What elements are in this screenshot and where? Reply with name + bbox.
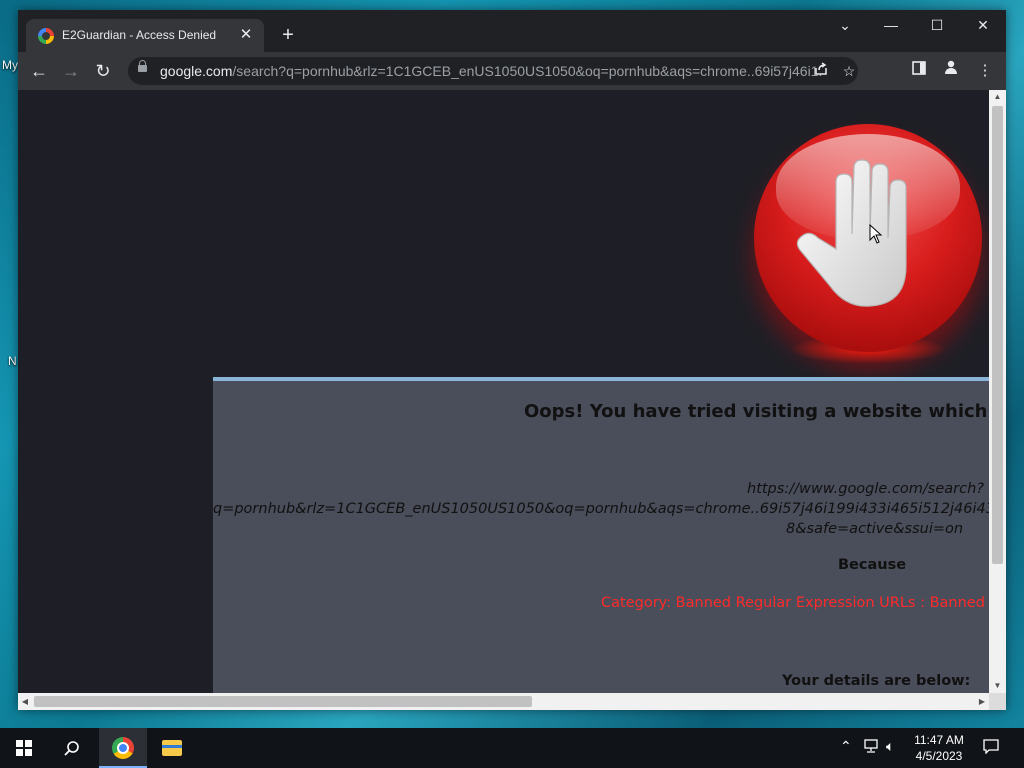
clock-time: 11:47 AM [914, 733, 964, 747]
tab-strip: E2Guardian - Access Denied ✕ + ⌄ — ☐ ✕ [18, 10, 1006, 52]
star-icon[interactable]: ☆ [838, 60, 860, 82]
taskbar-file-explorer[interactable] [148, 728, 196, 768]
chrome-icon [112, 737, 134, 759]
taskbar: ⌃ 🔈︎ 11:47 AM 4/5/2023 [0, 728, 1024, 768]
search-button[interactable] [48, 728, 96, 768]
scroll-left-icon[interactable]: ◀ [18, 693, 32, 710]
hand-icon [796, 159, 907, 307]
horizontal-scroll-thumb[interactable] [34, 696, 532, 707]
taskbar-chrome[interactable] [99, 728, 147, 768]
close-tab-icon[interactable]: ✕ [236, 25, 256, 45]
system-clock[interactable]: 11:47 AM 4/5/2023 [906, 732, 972, 764]
minimize-button[interactable]: — [868, 10, 914, 40]
scroll-right-icon[interactable]: ▶ [975, 693, 989, 710]
lock-icon[interactable] [138, 60, 147, 72]
blocked-url-line: https://www.google.com/search? [747, 481, 984, 497]
file-explorer-icon [162, 740, 182, 756]
scrollbar-corner [989, 693, 1006, 710]
vertical-scrollbar[interactable]: ▲ ▼ [989, 90, 1006, 693]
menu-icon[interactable]: ⋮ [972, 58, 998, 84]
clock-date: 4/5/2023 [915, 749, 963, 763]
scroll-up-icon[interactable]: ▲ [989, 90, 1006, 104]
new-tab-button[interactable]: + [276, 24, 300, 48]
mouse-cursor-icon [869, 224, 883, 244]
blocked-url-line: q=pornhub&rlz=1C1GCEB_enUS1050US1050&oq=… [213, 501, 989, 517]
blocked-url-line: 8&safe=active&ssui=on [786, 521, 964, 537]
maximize-button[interactable]: ☐ [914, 10, 960, 40]
page-title: Oops! You have tried visiting a website … [524, 401, 989, 422]
vertical-scroll-thumb[interactable] [992, 106, 1003, 564]
horizontal-scrollbar[interactable]: ◀ ▶ [18, 693, 989, 710]
search-icon [64, 741, 79, 756]
stop-hand-icon [754, 124, 982, 352]
windows-icon [16, 740, 32, 756]
scroll-down-icon[interactable]: ▼ [989, 679, 1006, 693]
tab-title: E2Guardian - Access Denied [62, 28, 217, 42]
block-category: Category: Banned Regular Expression URLs… [601, 595, 989, 611]
because-label: Because [838, 557, 907, 573]
url-text[interactable]: google.com/search?q=pornhub&rlz=1C1GCEB_… [160, 63, 822, 79]
profile-icon[interactable] [938, 58, 964, 84]
reload-button[interactable]: ↻ [90, 58, 116, 84]
google-favicon-icon [38, 28, 54, 44]
tab-e2guardian[interactable]: E2Guardian - Access Denied ✕ [26, 19, 264, 52]
share-icon[interactable] [810, 60, 832, 82]
close-window-button[interactable]: ✕ [960, 10, 1006, 40]
desktop-icon-label[interactable]: N [8, 354, 17, 368]
back-button[interactable]: ← [26, 58, 52, 84]
side-panel-icon[interactable] [906, 58, 932, 84]
network-icon[interactable] [863, 738, 879, 757]
notifications-icon[interactable] [983, 738, 999, 757]
page-viewport: Oops! You have tried visiting a website … [18, 90, 989, 693]
access-denied-panel: Oops! You have tried visiting a website … [213, 377, 989, 693]
forward-button[interactable]: → [58, 58, 84, 84]
tab-search-button[interactable]: ⌄ [822, 10, 868, 40]
browser-window: E2Guardian - Access Denied ✕ + ⌄ — ☐ ✕ ←… [18, 10, 1006, 710]
browser-toolbar: ← → ↻ google.com/search?q=pornhub&rlz=1C… [18, 52, 1006, 90]
start-button[interactable] [0, 728, 48, 768]
desktop-icon-label[interactable]: My [2, 58, 18, 72]
volume-icon[interactable]: 🔈︎ [886, 738, 894, 755]
address-bar[interactable]: google.com/search?q=pornhub&rlz=1C1GCEB_… [128, 57, 858, 85]
show-hidden-icons-icon[interactable]: ⌃ [840, 738, 852, 755]
details-heading: Your details are below: [782, 673, 971, 689]
